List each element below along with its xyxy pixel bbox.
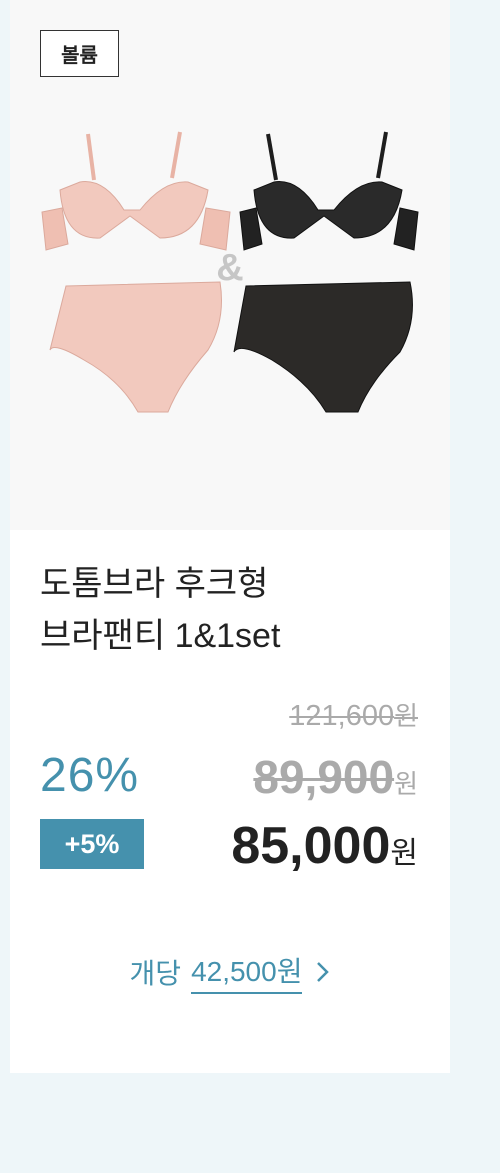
per-unit-price-link[interactable]: 개당 42,500원 xyxy=(10,950,450,994)
extra-discount-badge: +5% xyxy=(40,819,144,869)
original-price-value: 121,600 xyxy=(289,700,395,732)
product-image[interactable]: 볼륨 & xyxy=(10,0,450,530)
chevron-right-icon[interactable] xyxy=(316,960,330,984)
original-price-currency: 원 xyxy=(394,701,418,731)
final-price-currency: 원 xyxy=(390,837,418,870)
final-price: 85,000원 xyxy=(231,816,418,876)
pink-panty xyxy=(49,281,222,413)
sale-price-currency: 원 xyxy=(394,769,418,799)
original-price: 121,600원 xyxy=(289,696,418,733)
sale-price-value: 89,900 xyxy=(253,751,395,803)
pink-bra xyxy=(41,131,231,251)
title-line-1: 도톰브라 후크형 xyxy=(40,565,269,603)
volume-badge: 볼륨 xyxy=(40,30,119,77)
sale-price: 89,900원 xyxy=(253,750,418,804)
product-card[interactable]: 볼륨 & 도톰브라 후크형 브라팬티 1&1set 121,600원 26% 8… xyxy=(10,0,450,1073)
per-unit-label: 개당 xyxy=(129,958,182,989)
final-price-value: 85,000 xyxy=(231,817,391,875)
per-unit-price[interactable]: 42,500원 xyxy=(191,950,303,994)
product-photo: & xyxy=(41,131,419,413)
title-line-2: 브라팬티 1&1set xyxy=(40,617,281,655)
black-bra xyxy=(239,131,419,251)
product-title[interactable]: 도톰브라 후크형 브라팬티 1&1set xyxy=(40,558,420,662)
black-panty xyxy=(233,281,413,413)
discount-percent: 26% xyxy=(40,749,140,802)
